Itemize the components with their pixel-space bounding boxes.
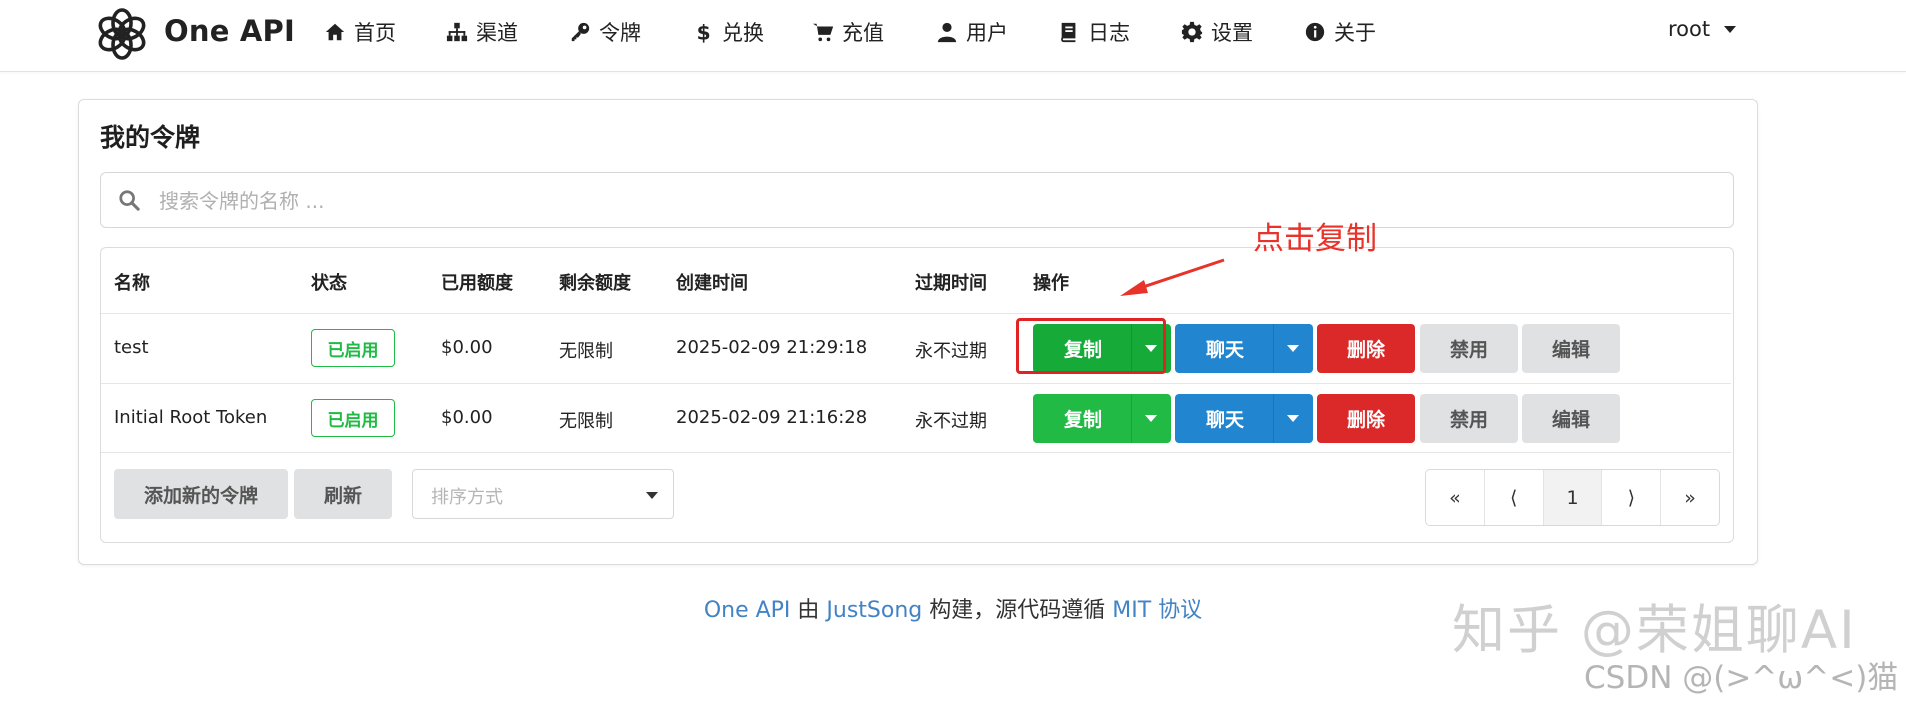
dollar-icon: $ <box>697 21 711 43</box>
search-box[interactable] <box>100 172 1734 228</box>
token-remaining-quota: 无限制 <box>559 411 613 432</box>
token-used-quota: $0.00 <box>441 337 493 358</box>
home-icon <box>325 23 345 41</box>
footer-link-license[interactable]: MIT 协议 <box>1112 598 1202 623</box>
pagination-next[interactable]: ⟩ <box>1602 470 1662 525</box>
column-header-expires[interactable]: 过期时间 <box>915 269 987 295</box>
user-icon <box>937 22 957 43</box>
edit-button[interactable]: 编辑 <box>1522 394 1620 443</box>
top-navbar: One API 首页 渠道 令牌 $ 兑换 充值 用户 日志 设置 关于 roo… <box>0 0 1906 72</box>
copy-button-label: 复制 <box>1063 409 1102 431</box>
token-name: Initial Root Token <box>114 407 268 428</box>
pagination: « ⟨ 1 ⟩ » <box>1425 469 1720 526</box>
nav-label: 关于 <box>1334 21 1376 45</box>
column-header-created[interactable]: 创建时间 <box>676 269 748 295</box>
cart-icon <box>812 23 834 42</box>
username: root <box>1668 17 1711 41</box>
chat-button-label: 聊天 <box>1205 339 1244 361</box>
nav-item-users[interactable]: 用户 <box>936 17 1008 47</box>
chevron-down-icon <box>1724 25 1737 33</box>
search-icon <box>119 190 140 211</box>
pagination-last[interactable]: » <box>1661 470 1719 525</box>
user-menu[interactable]: root <box>1668 17 1737 41</box>
csdn-watermark: CSDN @(>^ω^<)猫 <box>1584 660 1899 696</box>
sitemap-icon <box>446 22 468 42</box>
chat-button-label: 聊天 <box>1205 409 1244 431</box>
token-used-quota: $0.00 <box>441 407 493 428</box>
nav-item-tokens[interactable]: 令牌 <box>569 17 641 47</box>
footer-link-justsong[interactable]: JustSong <box>826 598 922 623</box>
pagination-page-1[interactable]: 1 <box>1543 470 1603 525</box>
pagination-first[interactable]: « <box>1426 470 1485 525</box>
nav-label: 日志 <box>1088 21 1130 45</box>
footer-text: 构建，源代码遵循 <box>922 598 1113 623</box>
chevron-down-icon <box>1287 415 1299 422</box>
token-created-time: 2025-02-09 21:16:28 <box>676 407 868 428</box>
chat-dropdown-button[interactable] <box>1273 394 1313 443</box>
book-icon <box>1061 22 1076 43</box>
nav-label: 兑换 <box>722 21 764 45</box>
svg-text:$: $ <box>697 21 711 43</box>
status-badge: 已启用 <box>311 399 395 437</box>
add-token-button[interactable]: 添加新的令牌 <box>114 469 288 519</box>
disable-button[interactable]: 禁用 <box>1420 394 1518 443</box>
token-remaining-quota: 无限制 <box>559 341 613 362</box>
annotation-label: 点击复制 <box>1253 221 1377 257</box>
gear-icon <box>1181 21 1203 43</box>
nav-label: 令牌 <box>599 21 641 45</box>
column-header-status[interactable]: 状态 <box>311 269 347 295</box>
row-divider <box>101 452 1731 453</box>
edit-button[interactable]: 编辑 <box>1522 324 1620 373</box>
footer-text: 由 <box>790 598 827 623</box>
nav-item-home[interactable]: 首页 <box>324 17 396 47</box>
column-header-actions: 操作 <box>1033 273 1069 294</box>
sort-select[interactable]: 排序方式 <box>412 469 674 519</box>
brand-title[interactable]: One API <box>164 14 295 48</box>
nav-item-logs[interactable]: 日志 <box>1058 17 1130 47</box>
nav-label: 充值 <box>842 21 884 45</box>
nav-label: 设置 <box>1211 21 1253 45</box>
nav-item-topup[interactable]: 充值 <box>812 17 884 47</box>
nav-label: 首页 <box>354 21 396 45</box>
copy-highlight-box <box>1016 318 1166 374</box>
nav-label: 渠道 <box>476 21 518 45</box>
info-icon <box>1305 22 1325 42</box>
status-badge: 已启用 <box>311 329 395 367</box>
openai-logo-icon[interactable] <box>94 6 150 62</box>
nav-label: 用户 <box>966 21 1008 45</box>
annotation-arrow-icon <box>1120 258 1225 296</box>
token-created-time: 2025-02-09 21:29:18 <box>676 337 868 358</box>
row-divider <box>101 313 1731 314</box>
token-expire-time: 永不过期 <box>915 411 987 432</box>
copy-dropdown-button[interactable] <box>1131 394 1171 443</box>
column-header-used[interactable]: 已用额度 <box>441 269 513 295</box>
column-header-name[interactable]: 名称 <box>114 269 150 295</box>
pagination-prev[interactable]: ⟨ <box>1485 470 1544 525</box>
nav-item-channels[interactable]: 渠道 <box>446 17 518 47</box>
search-input[interactable] <box>157 183 1721 219</box>
chevron-down-icon <box>1145 415 1157 422</box>
delete-button[interactable]: 删除 <box>1317 324 1415 373</box>
token-name: test <box>114 337 149 358</box>
nav-item-about[interactable]: 关于 <box>1304 17 1376 47</box>
nav-item-redeem[interactable]: $ 兑换 <box>692 17 764 47</box>
key-icon <box>571 22 590 42</box>
chevron-down-icon <box>646 492 658 499</box>
chat-dropdown-button[interactable] <box>1273 324 1313 373</box>
delete-button[interactable]: 删除 <box>1317 394 1415 443</box>
nav-item-settings[interactable]: 设置 <box>1181 17 1253 47</box>
column-header-remaining[interactable]: 剩余额度 <box>559 269 631 295</box>
chevron-down-icon <box>1287 345 1299 352</box>
row-divider <box>101 383 1731 384</box>
refresh-button[interactable]: 刷新 <box>294 469 392 519</box>
page-title: 我的令牌 <box>100 123 201 152</box>
disable-button[interactable]: 禁用 <box>1420 324 1518 373</box>
token-expire-time: 永不过期 <box>915 341 987 362</box>
sort-select-placeholder: 排序方式 <box>431 487 503 508</box>
footer-link-oneapi[interactable]: One API <box>704 598 791 623</box>
